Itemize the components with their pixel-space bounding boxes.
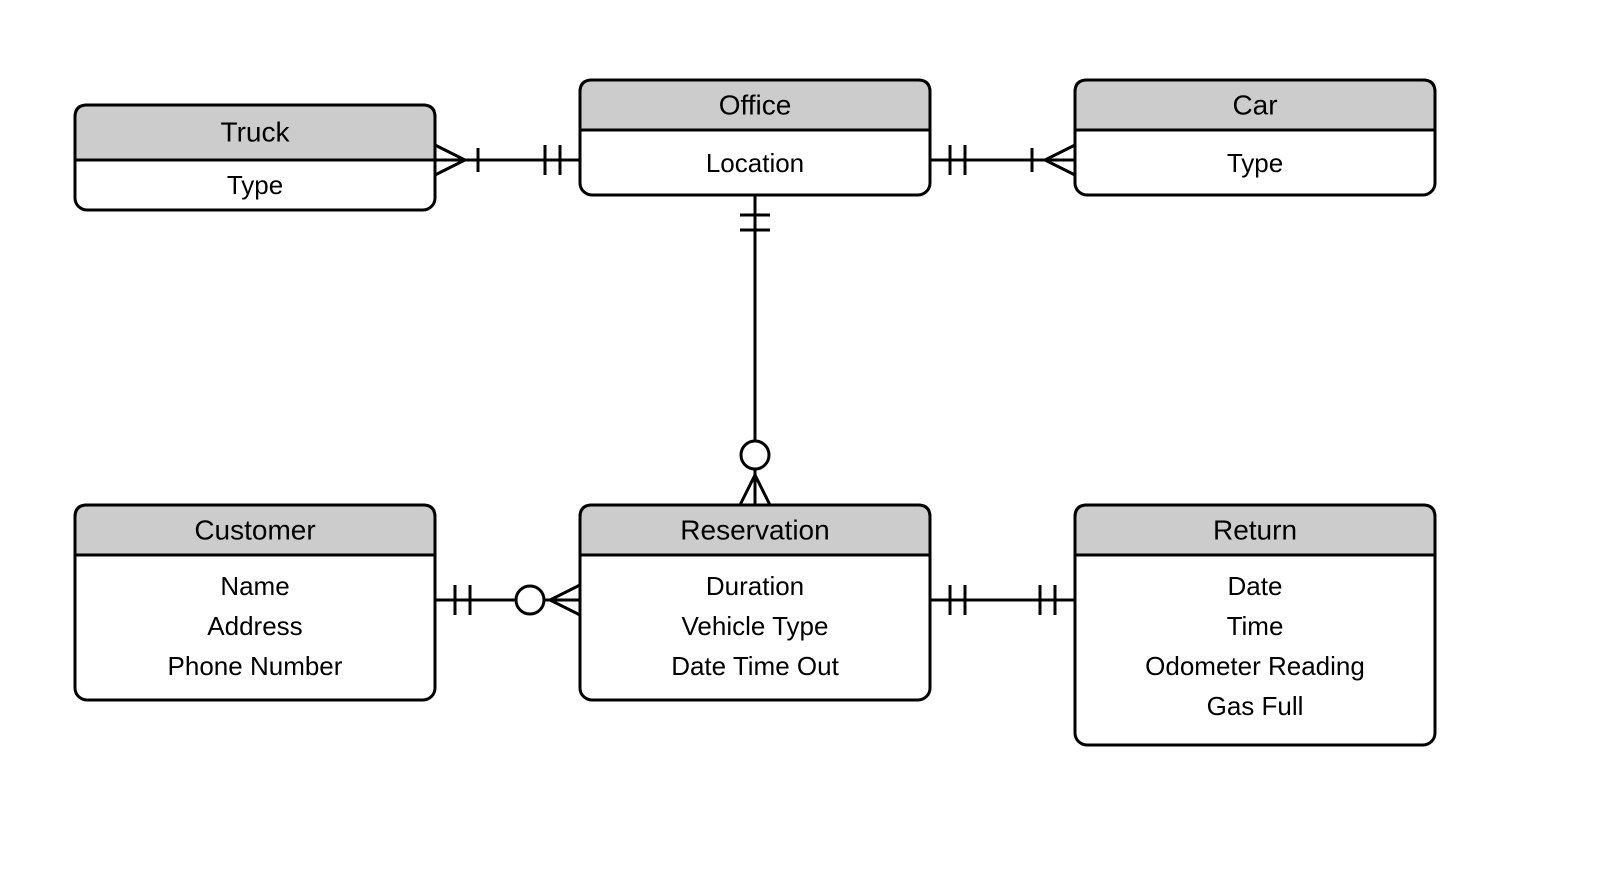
entity-car-title: Car: [1232, 89, 1277, 120]
entity-return: Return Date Time Odometer Reading Gas Fu…: [1075, 505, 1435, 745]
entity-truck-title: Truck: [221, 116, 291, 147]
entity-return-title: Return: [1213, 514, 1297, 545]
entity-reservation-attr-0: Duration: [706, 571, 804, 601]
entity-car-attr-0: Type: [1227, 148, 1283, 178]
entity-return-attr-0: Date: [1228, 571, 1283, 601]
entity-truck-attr-0: Type: [227, 170, 283, 200]
relation-customer-reservation: [435, 585, 580, 615]
relation-office-car: [930, 145, 1075, 175]
entity-customer-attr-0: Name: [220, 571, 289, 601]
er-diagram: Truck Type Office Location Car Type Cust…: [0, 0, 1613, 891]
relation-truck-office: [435, 145, 580, 175]
entity-office-title: Office: [719, 89, 792, 120]
entity-return-attr-1: Time: [1227, 611, 1284, 641]
relation-reservation-return: [930, 585, 1075, 615]
entity-office: Office Location: [580, 80, 930, 195]
relation-office-reservation: [740, 195, 770, 505]
entity-reservation: Reservation Duration Vehicle Type Date T…: [580, 505, 930, 700]
entity-truck: Truck Type: [75, 105, 435, 210]
entity-office-attr-0: Location: [706, 148, 804, 178]
entity-reservation-attr-2: Date Time Out: [671, 651, 839, 681]
entity-reservation-title: Reservation: [680, 514, 829, 545]
entity-car: Car Type: [1075, 80, 1435, 195]
entity-customer-title: Customer: [194, 514, 315, 545]
entity-reservation-attr-1: Vehicle Type: [682, 611, 829, 641]
entity-customer-attr-2: Phone Number: [168, 651, 343, 681]
entity-return-attr-3: Gas Full: [1207, 691, 1304, 721]
entity-customer: Customer Name Address Phone Number: [75, 505, 435, 700]
entity-return-attr-2: Odometer Reading: [1145, 651, 1365, 681]
entity-customer-attr-1: Address: [207, 611, 302, 641]
